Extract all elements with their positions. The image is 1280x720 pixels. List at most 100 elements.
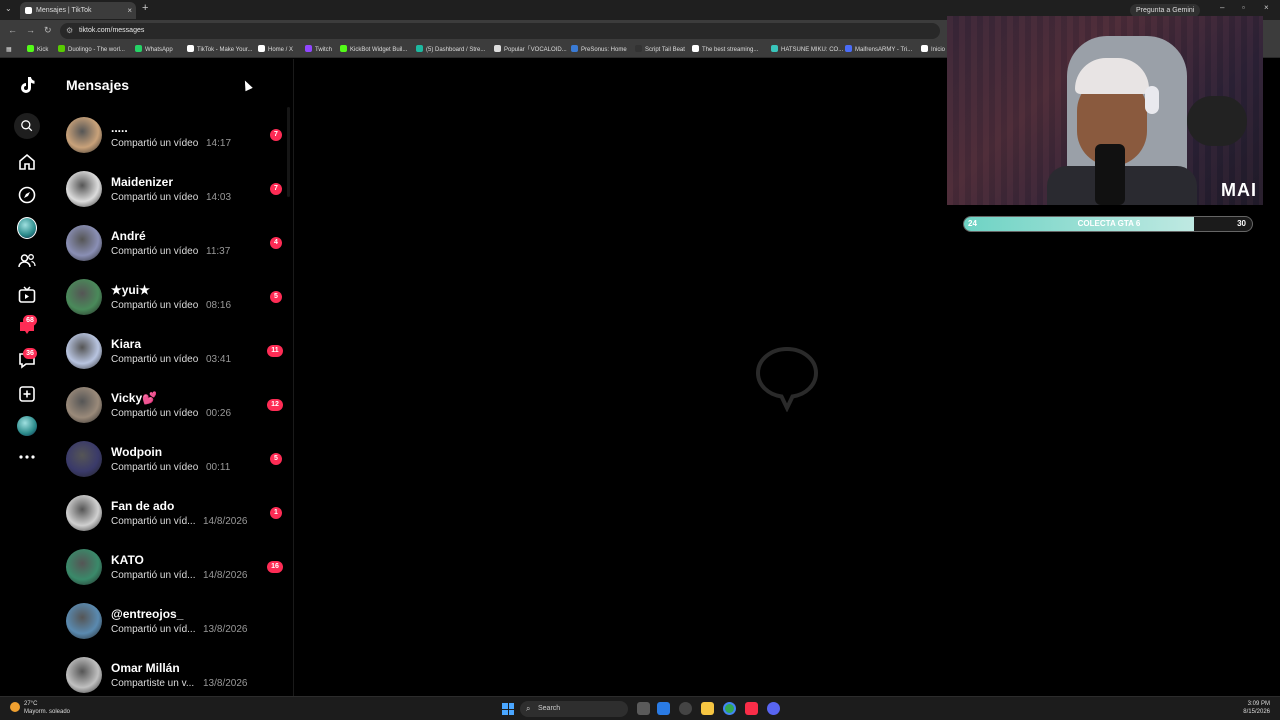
bookmark-favicon-icon [635,45,642,52]
bookmark-favicon-icon [845,45,852,52]
search-icon[interactable] [14,113,40,139]
bookmark-favicon-icon [27,45,34,52]
task-view-icon[interactable] [637,702,650,715]
avatar[interactable] [66,495,102,531]
explore-icon[interactable] [17,185,37,205]
avatar[interactable] [66,387,102,423]
bookmark-item[interactable]: Twitch [305,45,332,55]
file-explorer-icon[interactable] [701,702,714,715]
weather-text: Mayorm. soleado [24,709,71,715]
conversation-item[interactable]: ..... Compartió un vídeo 14:17 7 [66,117,286,157]
live-icon[interactable] [17,285,37,305]
profile-avatar-icon[interactable] [17,416,37,436]
start-icon[interactable] [502,703,514,715]
messages-badge: 36 [23,348,37,359]
conversation-time: 14:17 [206,138,232,149]
avatar[interactable] [66,333,102,369]
conversation-time: 14/8/2026 [203,570,248,581]
conversation-scrollbar[interactable] [287,107,290,197]
conversation-time: 13/8/2026 [203,624,248,635]
back-icon[interactable]: ← [8,25,17,35]
conversation-item[interactable]: Maidenizer Compartió un vídeo 14:03 7 [66,171,286,211]
bookmark-item[interactable]: Home / X [258,45,293,55]
reload-icon[interactable]: ↻ [44,25,52,36]
discord-icon[interactable] [767,702,780,715]
bookmark-item[interactable]: Popular「VOCALOID... [494,45,567,55]
apps-icon[interactable]: ▦ [6,45,12,55]
avatar[interactable] [66,603,102,639]
more-icon[interactable] [17,447,37,467]
bookmark-item[interactable]: TikTok - Make Your... [187,45,252,55]
bookmark-label: The best streaming... [702,47,759,53]
unread-badge: 1 [270,507,282,519]
forward-icon[interactable]: → [26,25,35,35]
system-clock[interactable]: 3:09 PM 8/15/2026 [1243,700,1270,716]
settings-icon[interactable] [679,702,692,715]
conversation-item[interactable]: ★yui★ Compartió un vídeo 08:16 5 [66,279,286,319]
messages-icon[interactable]: 36 [17,348,37,370]
bookmark-label: WhatsApp [145,47,173,53]
bookmark-item[interactable]: HATSUNE MIKU: CO... [771,45,843,55]
bookmark-item[interactable]: MaifrensARMY - Tri... [845,45,912,55]
bookmark-item[interactable]: Duolingo - The worl... [58,45,125,55]
bookmark-label: Home / X [268,47,294,53]
conversation-item[interactable]: @entreojos_ Compartió un víd... 13/8/2026 [66,603,286,643]
music-icon[interactable] [745,702,758,715]
conversation-item[interactable]: Vicky💕 Compartió un vídeo 00:26 12 [66,387,286,427]
tiktok-logo-icon[interactable] [17,75,37,95]
bookmark-label: KickBot Widget Buil... [350,47,408,53]
friends-icon[interactable] [17,251,37,271]
conversation-item[interactable]: André Compartió un vídeo 11:37 4 [66,225,286,265]
donation-goal-bar: 24 COLECTA GTA 6 30 [963,216,1253,232]
clock-time: 3:09 PM [1247,701,1270,707]
conversation-name: Vicky💕 [111,391,158,405]
bookmark-favicon-icon [135,45,142,52]
new-tab-icon[interactable]: + [142,2,148,14]
tab-search-icon[interactable]: ⌄ [5,4,12,13]
conversation-preview: Compartiste un v... [111,678,195,689]
conversation-item[interactable]: Fan de ado Compartió un víd... 14/8/2026 1 [66,495,286,535]
avatar[interactable] [66,441,102,477]
following-avatar-icon[interactable] [17,217,37,239]
avatar[interactable] [66,225,102,261]
conversation-item[interactable]: Omar Millán Compartiste un v... 13/8/2026 [66,657,286,697]
upload-icon[interactable] [17,384,37,404]
bookmark-favicon-icon [258,45,265,52]
url-text: tiktok.com/messages [79,27,145,34]
bookmark-item[interactable]: PreSonus: Home [571,45,627,55]
bookmark-item[interactable]: Kick [27,45,48,55]
bookmark-label: Script Tail Beat [645,47,685,53]
weather-widget[interactable]: 27°C Mayorm. soleado [10,700,70,716]
close-tab-icon[interactable]: × [127,2,132,19]
browser-tab[interactable]: Mensajes | TikTok × [20,2,136,19]
temperature: 27°C [24,701,38,707]
edge-icon[interactable] [657,702,670,715]
site-info-icon[interactable]: ⚙ [66,23,73,39]
bookmark-item[interactable]: The best streaming... [692,45,758,55]
bookmark-item[interactable]: (5) Dashboard / Stre... [416,45,485,55]
taskbar-search[interactable]: ⌕ Search [520,701,628,717]
avatar[interactable] [66,117,102,153]
chrome-icon[interactable] [723,702,736,715]
avatar[interactable] [66,171,102,207]
avatar[interactable] [66,279,102,315]
bookmark-item[interactable]: Inicio [921,45,945,55]
home-icon[interactable] [17,152,37,172]
conversation-preview: Compartió un vídeo [111,462,199,473]
conversation-item[interactable]: Kiara Compartió un vídeo 03:41 11 [66,333,286,373]
bookmark-item[interactable]: WhatsApp [135,45,173,55]
bookmark-item[interactable]: Script Tail Beat [635,45,685,55]
avatar[interactable] [66,549,102,585]
conversation-item[interactable]: KATO Compartió un víd... 14/8/2026 16 [66,549,286,589]
maximize-icon[interactable]: ▫ [1242,3,1245,12]
bookmark-item[interactable]: KickBot Widget Buil... [340,45,407,55]
conversation-item[interactable]: Wodpoin Compartió un vídeo 00:11 5 [66,441,286,481]
microphone-icon [1095,144,1125,205]
minimize-icon[interactable]: – [1220,3,1224,12]
inbox-icon[interactable]: 68 [17,315,37,337]
avatar[interactable] [66,657,102,693]
address-bar[interactable]: ⚙ tiktok.com/messages [60,23,940,39]
unread-badge: 12 [267,399,283,411]
close-window-icon[interactable]: × [1264,3,1269,12]
unread-badge: 5 [270,291,282,303]
